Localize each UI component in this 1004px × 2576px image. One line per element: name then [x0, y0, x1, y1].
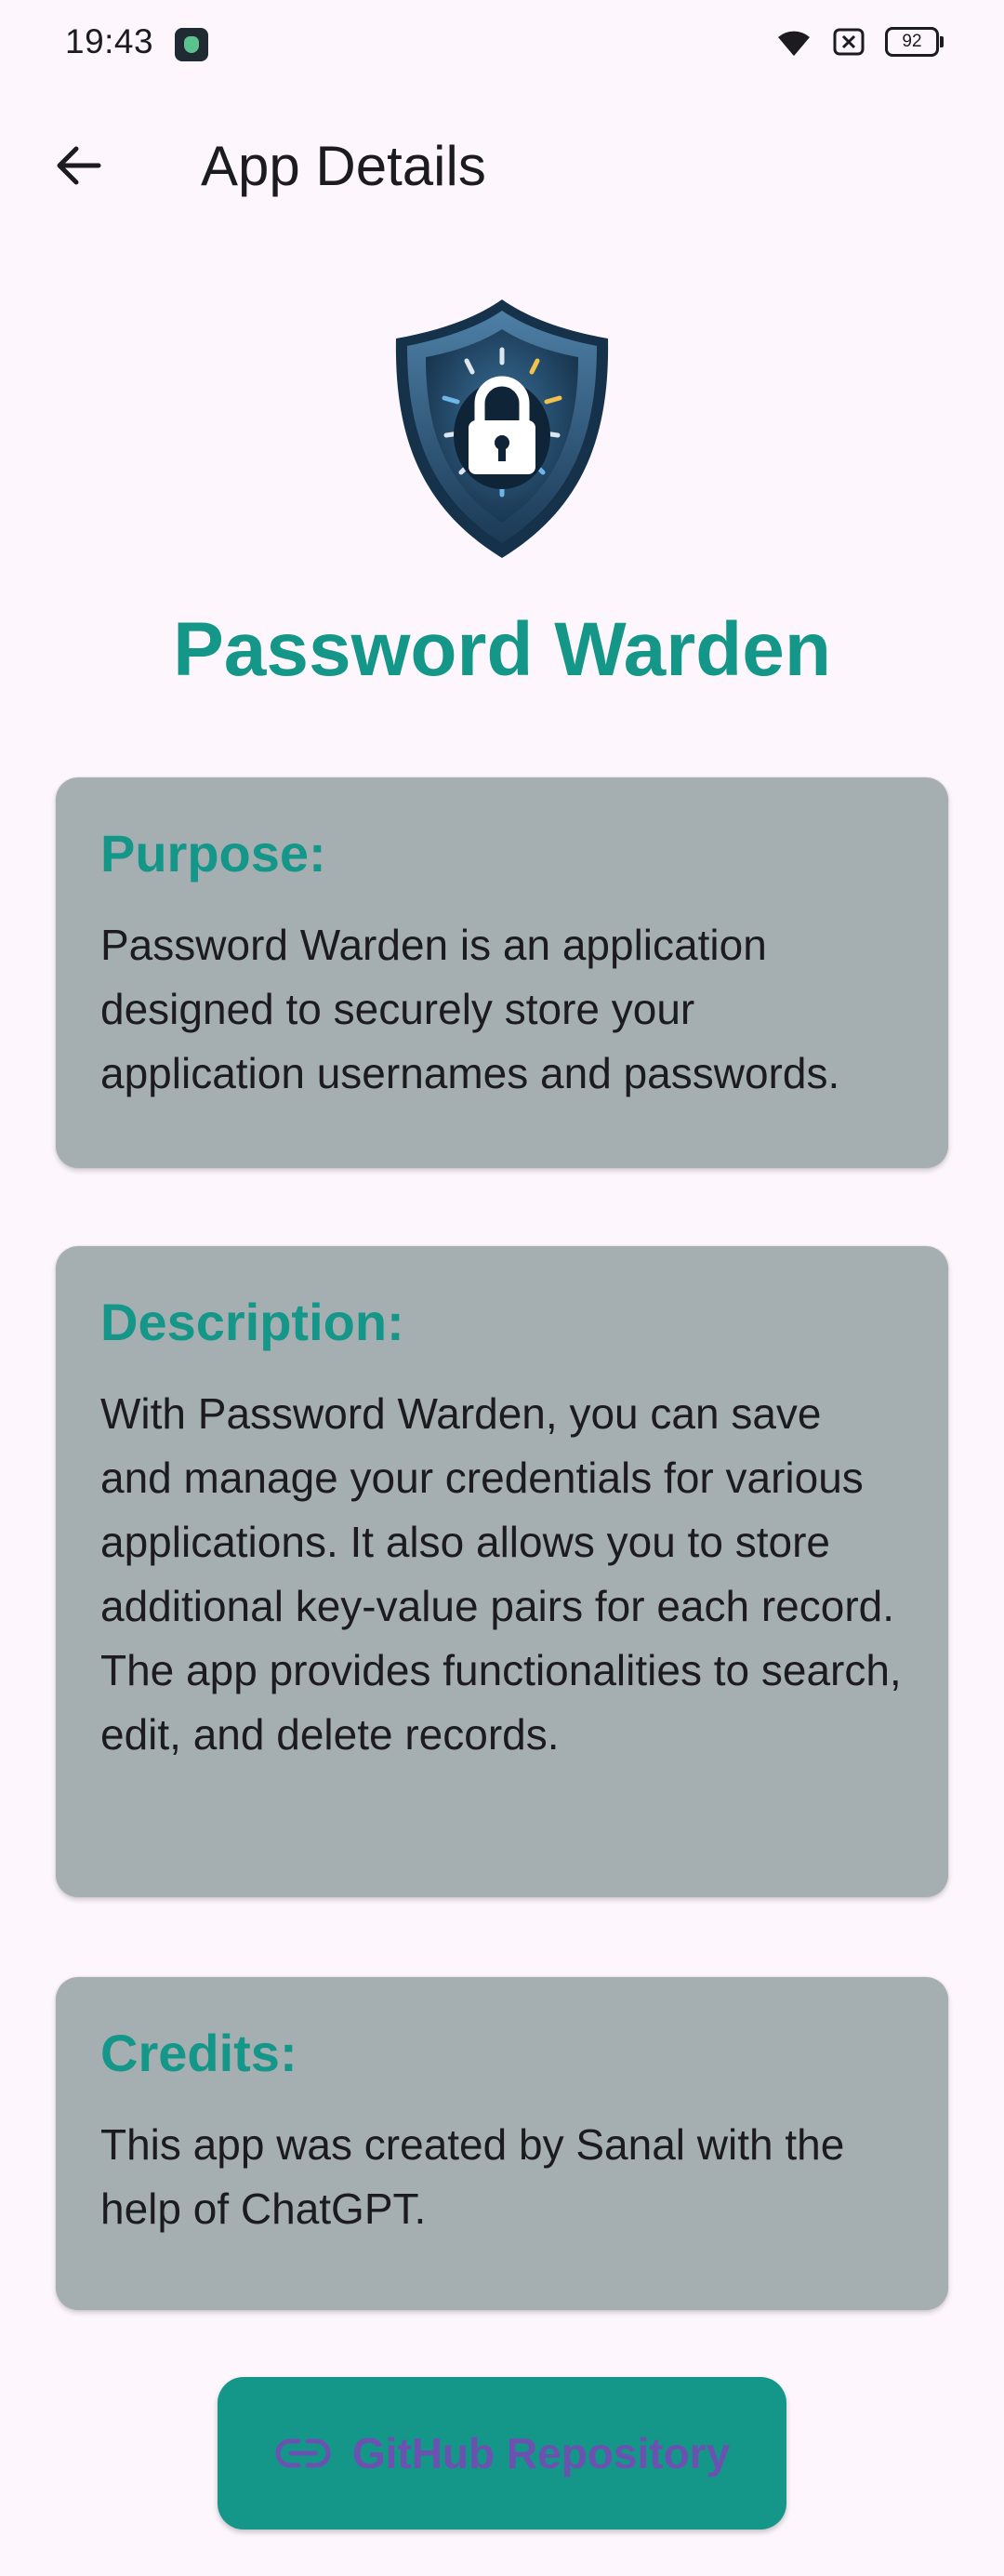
- notification-app-icon: [175, 28, 208, 61]
- credits-heading: Credits:: [100, 2024, 297, 2082]
- description-heading: Description:: [100, 1293, 404, 1351]
- credits-card: Credits: This app was created by Sanal w…: [56, 1977, 948, 2310]
- description-card: Description: With Password Warden, you c…: [56, 1246, 948, 1897]
- shield-lock-icon: [389, 296, 615, 562]
- credits-body: This app was created by Sanal with the h…: [100, 2120, 845, 2233]
- battery-level: 92: [902, 32, 922, 51]
- app-bar: App Details: [0, 102, 1004, 232]
- back-button[interactable]: [41, 130, 115, 205]
- status-icons: 92: [775, 26, 944, 58]
- purpose-body: Password Warden is an application design…: [100, 921, 840, 1097]
- app-name: Password Warden: [173, 607, 831, 692]
- link-icon: [274, 2437, 332, 2469]
- description-body: With Password Warden, you can save and m…: [100, 1389, 902, 1759]
- page-title: App Details: [201, 135, 486, 197]
- status-time: 19:43: [65, 22, 154, 60]
- github-button-label: GitHub Repository: [351, 2429, 731, 2477]
- battery-indicator: 92: [885, 27, 944, 57]
- purpose-card: Purpose: Password Warden is an applicati…: [56, 777, 948, 1168]
- purpose-heading: Purpose:: [100, 824, 326, 883]
- github-repository-button[interactable]: GitHub Repository: [218, 2377, 786, 2530]
- no-sim-icon: [833, 28, 865, 56]
- status-bar: 19:43 92: [0, 0, 1004, 89]
- wifi-icon: [775, 26, 812, 58]
- arrow-back-icon: [52, 139, 104, 196]
